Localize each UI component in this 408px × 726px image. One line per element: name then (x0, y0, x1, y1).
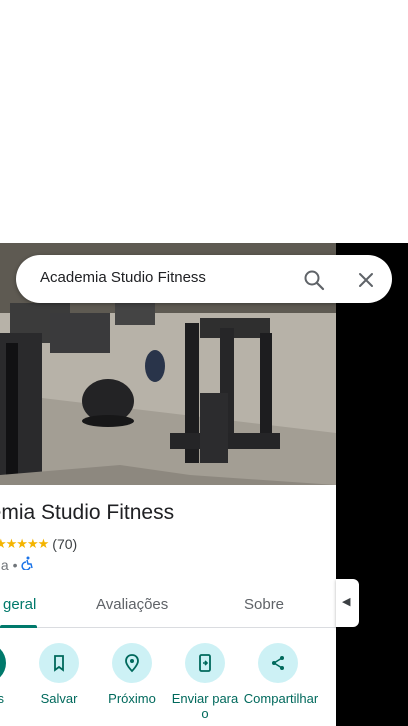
share-label: Compartilhar (243, 691, 319, 706)
directions-button[interactable] (0, 643, 6, 683)
place-category: nia • (0, 556, 18, 573)
share-icon (272, 656, 284, 670)
tab-active-indicator (0, 625, 37, 628)
nearby-label: Próximo (108, 691, 156, 706)
tab-about[interactable]: Sobre (244, 596, 284, 613)
nearby-icon (125, 654, 139, 673)
search-input[interactable]: Academia Studio Fitness (40, 269, 206, 286)
bookmark-icon (54, 655, 64, 672)
chevron-left-icon: ◀ (342, 596, 351, 608)
place-tabs: geral Avaliações Sobre (0, 583, 336, 628)
place-title: demia Studio Fitness (0, 501, 175, 524)
place-panel: demia Studio Fitness ★★★★★ (70) nia • ge… (0, 243, 336, 726)
send-to-phone-label: Enviar para o (171, 691, 239, 721)
search-bar[interactable]: Academia Studio Fitness (16, 255, 392, 303)
search-icon[interactable] (301, 267, 327, 293)
star-rating-icon: ★★★★★ (0, 536, 49, 551)
map-dark-area[interactable] (336, 243, 408, 726)
collapse-panel-button[interactable]: ◀ (336, 579, 359, 627)
save-label: Salvar (40, 691, 78, 706)
save-button[interactable] (39, 643, 79, 683)
directions-label: s (0, 691, 4, 706)
tab-overview[interactable]: geral (3, 596, 36, 613)
wheelchair-icon (21, 556, 35, 573)
rating-row[interactable]: ★★★★★ (70) (0, 535, 77, 553)
send-to-phone-icon (199, 654, 211, 672)
category-row: nia • (0, 556, 35, 573)
send-to-phone-button[interactable] (185, 643, 225, 683)
tab-reviews[interactable]: Avaliações (96, 596, 168, 613)
close-icon[interactable] (353, 267, 379, 293)
nearby-button[interactable] (112, 643, 152, 683)
share-button[interactable] (258, 643, 298, 683)
map-blank-area (0, 0, 408, 243)
review-count: (70) (52, 536, 78, 552)
